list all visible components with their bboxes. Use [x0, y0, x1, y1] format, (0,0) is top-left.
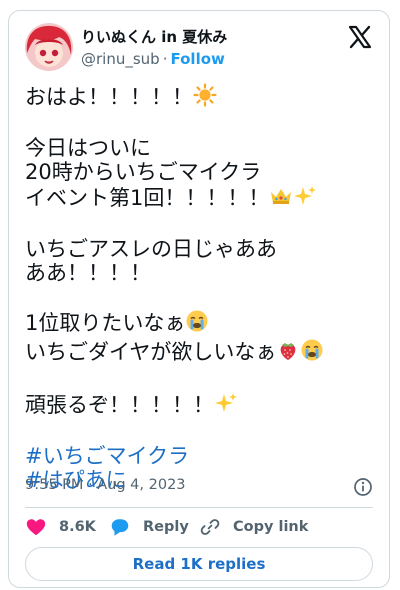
- strawberry-emoji: [276, 338, 300, 367]
- sparkles-emoji: [293, 184, 317, 213]
- tweet-paragraph-2: 今日はついに 20時からいちごマイクラ イベント第1回！！！！！: [25, 136, 270, 210]
- info-icon[interactable]: [353, 477, 373, 497]
- hashtag-link[interactable]: #いちごマイクラ: [25, 444, 375, 468]
- like-count: 8.6K: [59, 519, 96, 535]
- copy-link-button[interactable]: Copy link: [199, 516, 308, 538]
- tweet-paragraph-3: いちごアスレの日じゃああああ！！！！: [25, 237, 277, 285]
- crown-emoji: [269, 184, 293, 213]
- avatar[interactable]: [25, 23, 73, 71]
- tweet-text: おはよ！！！！！ 今日はついに 20時からいちごマイクラ イベント第1回！！！！…: [25, 83, 375, 492]
- reply-bubble-icon: [109, 516, 143, 538]
- separator: ·: [162, 50, 168, 68]
- copy-link-label: Copy link: [233, 519, 309, 535]
- tweet-paragraph-4-line-2: いちごダイヤが欲しいなぁ: [25, 340, 277, 364]
- author-handle-row: @rinu_sub · Follow: [81, 50, 225, 68]
- heart-icon: [25, 516, 59, 538]
- read-replies-button[interactable]: Read 1K replies: [25, 547, 373, 581]
- tweet-card: りいぬくん in 夏休み @rinu_sub · Follow おはよ！！！！！ 今…: [8, 10, 390, 588]
- tweet-line-1: おはよ！！！！！: [25, 85, 193, 109]
- crying-face-emoji: [185, 309, 209, 338]
- author-name[interactable]: りいぬくん in 夏休み: [81, 26, 227, 47]
- sparkles-emoji: [214, 391, 238, 420]
- reply-label: Reply: [143, 519, 189, 535]
- link-icon: [199, 516, 233, 538]
- crying-face-emoji: [300, 338, 324, 367]
- like-button[interactable]: 8.6K: [25, 516, 96, 538]
- x-logo-icon[interactable]: [348, 25, 372, 49]
- author-handle[interactable]: @rinu_sub: [81, 50, 160, 68]
- divider: [25, 507, 373, 508]
- sun-emoji: [193, 83, 217, 112]
- read-replies-label: Read 1K replies: [132, 555, 266, 573]
- tweet-paragraph-4-line-1: 1位取りたいなぁ: [25, 311, 186, 335]
- reply-button[interactable]: Reply: [109, 516, 189, 538]
- follow-button[interactable]: Follow: [170, 50, 224, 68]
- tweet-line-5: 頑張るぞ！！！！！: [25, 393, 214, 417]
- tweet-timestamp[interactable]: 9:55 PM · Aug 4, 2023: [25, 477, 186, 493]
